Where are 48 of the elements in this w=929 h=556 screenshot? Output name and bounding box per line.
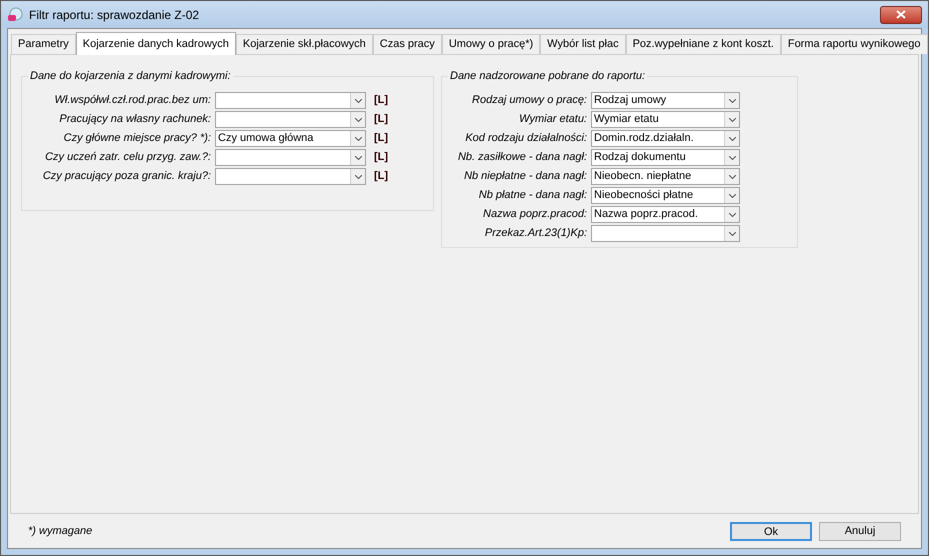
tab[interactable]: Kojarzenie skł.płacowych [236,34,373,54]
group-title: Dane nadzorowane pobrane do raportu: [448,69,648,83]
dropdown-field[interactable] [215,92,366,109]
field-label: Nb. zasiłkowe - dana nagł: [456,150,588,166]
tab[interactable]: Parametry [11,34,76,54]
field-label: Wymiar etatu: [518,112,588,128]
app-icon [7,6,23,22]
window-title: Filtr raportu: sprawozdanie Z-02 [29,6,200,24]
tab[interactable]: Kojarzenie danych kadrowych [76,32,236,55]
field-label: Czy główne miejsce pracy? *): [62,131,212,146]
field-label: Czy uczeń zatr. celu przyg. zaw.?: [44,150,212,166]
field-label: Czy pracujący poza granic. kraju?: [42,169,212,184]
field-tag: [L] [374,111,388,128]
footer-note: *) wymagane [28,524,92,539]
dialog-button[interactable]: Ok [730,522,812,540]
field-label: Kod rodzaju działalności: [464,131,588,146]
field-label: Wł.współwł.czł.rod.prac.bez um: [54,93,212,108]
dropdown-field[interactable]: Czy umowa główna [215,130,366,147]
tab[interactable]: Wybór list płac [540,34,626,54]
dropdown-field[interactable]: Rodzaj dokumentu [591,149,740,166]
dropdown-field[interactable] [215,111,366,128]
dropdown-field[interactable]: Wymiar etatu [591,111,740,128]
dropdown-field[interactable]: Nieobecn. niepłatne [591,168,740,185]
dropdown-field[interactable] [591,225,740,242]
tab[interactable]: Umowy o pracę*) [442,34,540,54]
dropdown-field[interactable]: Domin.rodz.działaln. [591,130,740,147]
dropdown-field[interactable]: Rodzaj umowy [591,92,740,109]
dropdown-field[interactable] [215,168,366,185]
field-label: Przekaz.Art.23(1)Kp: [484,226,588,242]
tab[interactable]: Czas pracy [372,34,442,54]
field-tag: [L] [374,168,388,185]
field-tag: [L] [374,149,388,166]
dialog-button[interactable]: Anuluj [819,522,901,540]
field-label: Nazwa poprz.pracod: [482,207,588,222]
tab[interactable]: Forma raportu wynikowego [780,34,928,54]
field-tag: [L] [374,92,388,109]
field-label: Pracujący na własny rachunek: [58,112,212,128]
field-tag: [L] [374,130,388,147]
field-label: Rodzaj umowy o pracę: [471,93,588,108]
group-title: Dane do kojarzenia z danymi kadrowymi: [28,69,233,83]
dropdown-field[interactable]: Nazwa poprz.pracod. [591,206,740,223]
close-icon [896,10,906,19]
dropdown-field[interactable]: Nieobecności płatne [591,187,740,204]
dropdown-field[interactable] [215,149,366,166]
field-label: Nb płatne - dana nagł: [478,188,588,204]
field-label: Nb niepłatne - dana nagł: [463,169,588,184]
tab[interactable]: Poz.wypełniane z kont koszt. [626,34,781,54]
close-button[interactable] [880,6,922,24]
